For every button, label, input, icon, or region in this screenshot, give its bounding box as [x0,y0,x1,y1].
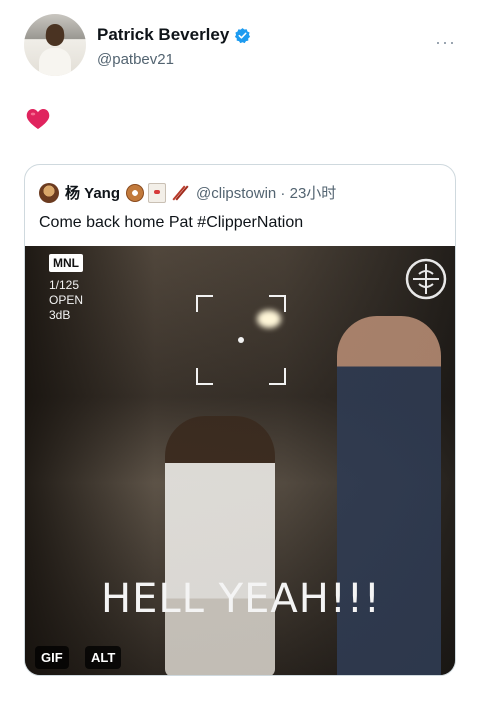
quoted-tweet-header: 杨 Yang @clipstowin · 23小时 [39,182,336,203]
camera-aperture: OPEN [49,293,84,307]
red-heart-emoji [26,109,50,129]
quoted-author-emojis [126,182,188,203]
camera-settings: 1/125 OPEN 3dB [49,278,83,323]
author-name-row: Patrick Beverley [97,25,251,45]
quoted-media-gif[interactable]: MNL 1/125 OPEN 3dB HELL YEAH!!! GIF ALT [25,246,455,675]
quoted-author-name[interactable]: 杨 Yang [65,182,120,203]
donut-emoji [126,183,145,202]
focus-frame-icon [196,295,286,385]
quoted-author-avatar[interactable] [39,182,59,203]
quoted-handle-time[interactable]: @clipstowin · 23小时 [196,182,336,203]
alt-text-button[interactable]: ALT [85,646,122,669]
camera-gain: 3dB [49,308,71,322]
author-handle[interactable]: @patbev21 [97,51,174,68]
author-avatar[interactable] [24,14,86,76]
quoted-tweet-card[interactable]: 杨 Yang @clipstowin · 23小时 Come back home… [24,164,456,676]
gif-badge: GIF [35,646,69,669]
gif-caption: HELL YEAH!!! [101,576,381,622]
verified-badge-icon [235,27,251,43]
author-display-name[interactable]: Patrick Beverley [97,25,229,45]
camera-shutter: 1/125 [49,278,80,292]
player-figure [165,416,275,675]
takeout-box-emoji [148,182,167,203]
avatar-head [46,24,64,46]
avatar-shirt [39,48,71,76]
quoted-tweet-text: Come back home Pat #ClipperNation [39,214,304,231]
more-horizontal-icon[interactable]: ··· [435,32,456,53]
clippers-logo-icon [405,258,447,300]
camera-mode-badge: MNL [49,254,83,272]
tweet-header: Patrick Beverley @patbev21 ··· [24,14,456,80]
chopsticks-emoji [170,184,188,202]
suited-man-figure [337,316,441,675]
